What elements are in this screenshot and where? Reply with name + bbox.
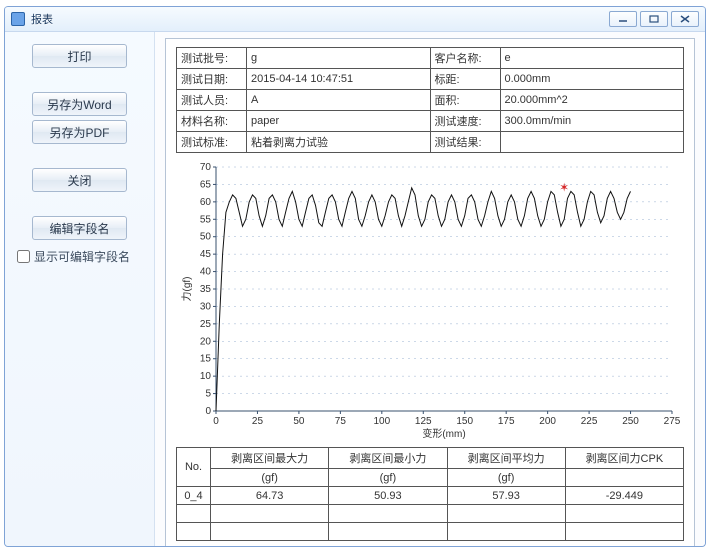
svg-text:10: 10 (200, 371, 212, 382)
label-date: 测试日期: (177, 69, 247, 90)
label-standard: 测试标准: (177, 132, 247, 153)
svg-text:0: 0 (205, 406, 211, 417)
svg-text:40: 40 (200, 267, 212, 278)
show-editable-field-names-checkbox[interactable] (17, 250, 30, 263)
svg-text:175: 175 (498, 416, 515, 427)
label-material: 材料名称: (177, 111, 247, 132)
close-report-button[interactable]: 关闭 (32, 168, 127, 192)
value-gauge: 0.000mm (500, 69, 684, 90)
report-page: 测试批号: g 客户名称: e 测试日期: 2015-04-14 10:47:5… (165, 38, 695, 546)
info-table: 测试批号: g 客户名称: e 测试日期: 2015-04-14 10:47:5… (176, 47, 684, 153)
label-area: 面积: (430, 90, 500, 111)
table-row (177, 523, 684, 541)
value-date: 2015-04-14 10:47:51 (247, 69, 431, 90)
report-window: 报表 打印 另存为Word 另存为PDF 关闭 编辑字段名 显示可编辑字段名 (4, 6, 706, 547)
col-no: No. (177, 448, 211, 487)
svg-text:35: 35 (200, 284, 212, 295)
value-area: 20.000mm^2 (500, 90, 684, 111)
svg-text:力(gf): 力(gf) (180, 277, 193, 302)
table-row: 0_4 64.73 50.93 57.93 -29.449 (177, 487, 684, 505)
svg-text:30: 30 (200, 301, 212, 312)
value-customer: e (500, 48, 684, 69)
col2-bot: (gf) (329, 469, 447, 487)
svg-text:275: 275 (664, 416, 681, 427)
value-batch: g (247, 48, 431, 69)
cell-v2: 50.93 (329, 487, 447, 505)
print-button[interactable]: 打印 (32, 44, 127, 68)
svg-text:65: 65 (200, 179, 212, 190)
svg-text:50: 50 (293, 416, 305, 427)
svg-text:✶: ✶ (559, 180, 569, 194)
cell-no: 0_4 (177, 487, 211, 505)
report-viewer[interactable]: 测试批号: g 客户名称: e 测试日期: 2015-04-14 10:47:5… (155, 32, 705, 546)
edit-field-names-button[interactable]: 编辑字段名 (32, 216, 127, 240)
svg-text:250: 250 (622, 416, 639, 427)
cell-v3: 57.93 (447, 487, 565, 505)
force-deformation-chart: 0 5 10 15 20 25 30 35 40 45 50 55 60 65 70 0 25 50 75 100 12… (176, 161, 684, 441)
svg-text:60: 60 (200, 197, 212, 208)
label-operator: 测试人员: (177, 90, 247, 111)
cell-v1: 64.73 (211, 487, 329, 505)
results-table: No. 剥离区间最大力 剥离区间最小力 剥离区间平均力 剥离区间力CPK (gf… (176, 447, 684, 541)
col1-top: 剥离区间最大力 (211, 448, 329, 469)
svg-text:125: 125 (415, 416, 432, 427)
value-operator: A (247, 90, 431, 111)
svg-text:15: 15 (200, 354, 212, 365)
window-title: 报表 (31, 11, 606, 27)
svg-text:70: 70 (200, 162, 212, 173)
table-row (177, 505, 684, 523)
svg-text:50: 50 (200, 232, 212, 243)
value-speed: 300.0mm/min (500, 111, 684, 132)
svg-text:225: 225 (581, 416, 598, 427)
label-result: 测试结果: (430, 132, 500, 153)
svg-text:0: 0 (213, 416, 219, 427)
col2-top: 剥离区间最小力 (329, 448, 447, 469)
svg-text:25: 25 (252, 416, 264, 427)
cell-v4: -29.449 (565, 487, 683, 505)
chart-area: 0 5 10 15 20 25 30 35 40 45 50 55 60 65 70 0 25 50 75 100 12… (176, 161, 684, 441)
svg-text:变形(mm): 变形(mm) (422, 427, 465, 440)
svg-text:200: 200 (539, 416, 556, 427)
value-result (500, 132, 684, 153)
svg-text:100: 100 (373, 416, 390, 427)
col4-bot (565, 469, 683, 487)
label-customer: 客户名称: (430, 48, 500, 69)
app-icon (11, 12, 25, 26)
label-speed: 测试速度: (430, 111, 500, 132)
close-button[interactable] (671, 11, 699, 27)
save-word-button[interactable]: 另存为Word (32, 92, 127, 116)
minimize-button[interactable] (609, 11, 637, 27)
svg-text:45: 45 (200, 249, 212, 260)
value-standard: 粘着剥离力试验 (247, 132, 431, 153)
titlebar[interactable]: 报表 (5, 6, 705, 32)
label-batch: 测试批号: (177, 48, 247, 69)
save-pdf-button[interactable]: 另存为PDF (32, 120, 127, 144)
svg-text:20: 20 (200, 336, 212, 347)
svg-text:150: 150 (456, 416, 473, 427)
col4-top: 剥离区间力CPK (565, 448, 683, 469)
svg-text:55: 55 (200, 214, 212, 225)
svg-text:75: 75 (335, 416, 347, 427)
show-editable-field-names-label: 显示可编辑字段名 (34, 248, 130, 265)
svg-text:5: 5 (205, 389, 211, 400)
col1-bot: (gf) (211, 469, 329, 487)
label-gauge: 标距: (430, 69, 500, 90)
value-material: paper (247, 111, 431, 132)
sidebar: 打印 另存为Word 另存为PDF 关闭 编辑字段名 显示可编辑字段名 (5, 32, 155, 546)
maximize-button[interactable] (640, 11, 668, 27)
col3-top: 剥离区间平均力 (447, 448, 565, 469)
svg-text:25: 25 (200, 319, 212, 330)
col3-bot: (gf) (447, 469, 565, 487)
